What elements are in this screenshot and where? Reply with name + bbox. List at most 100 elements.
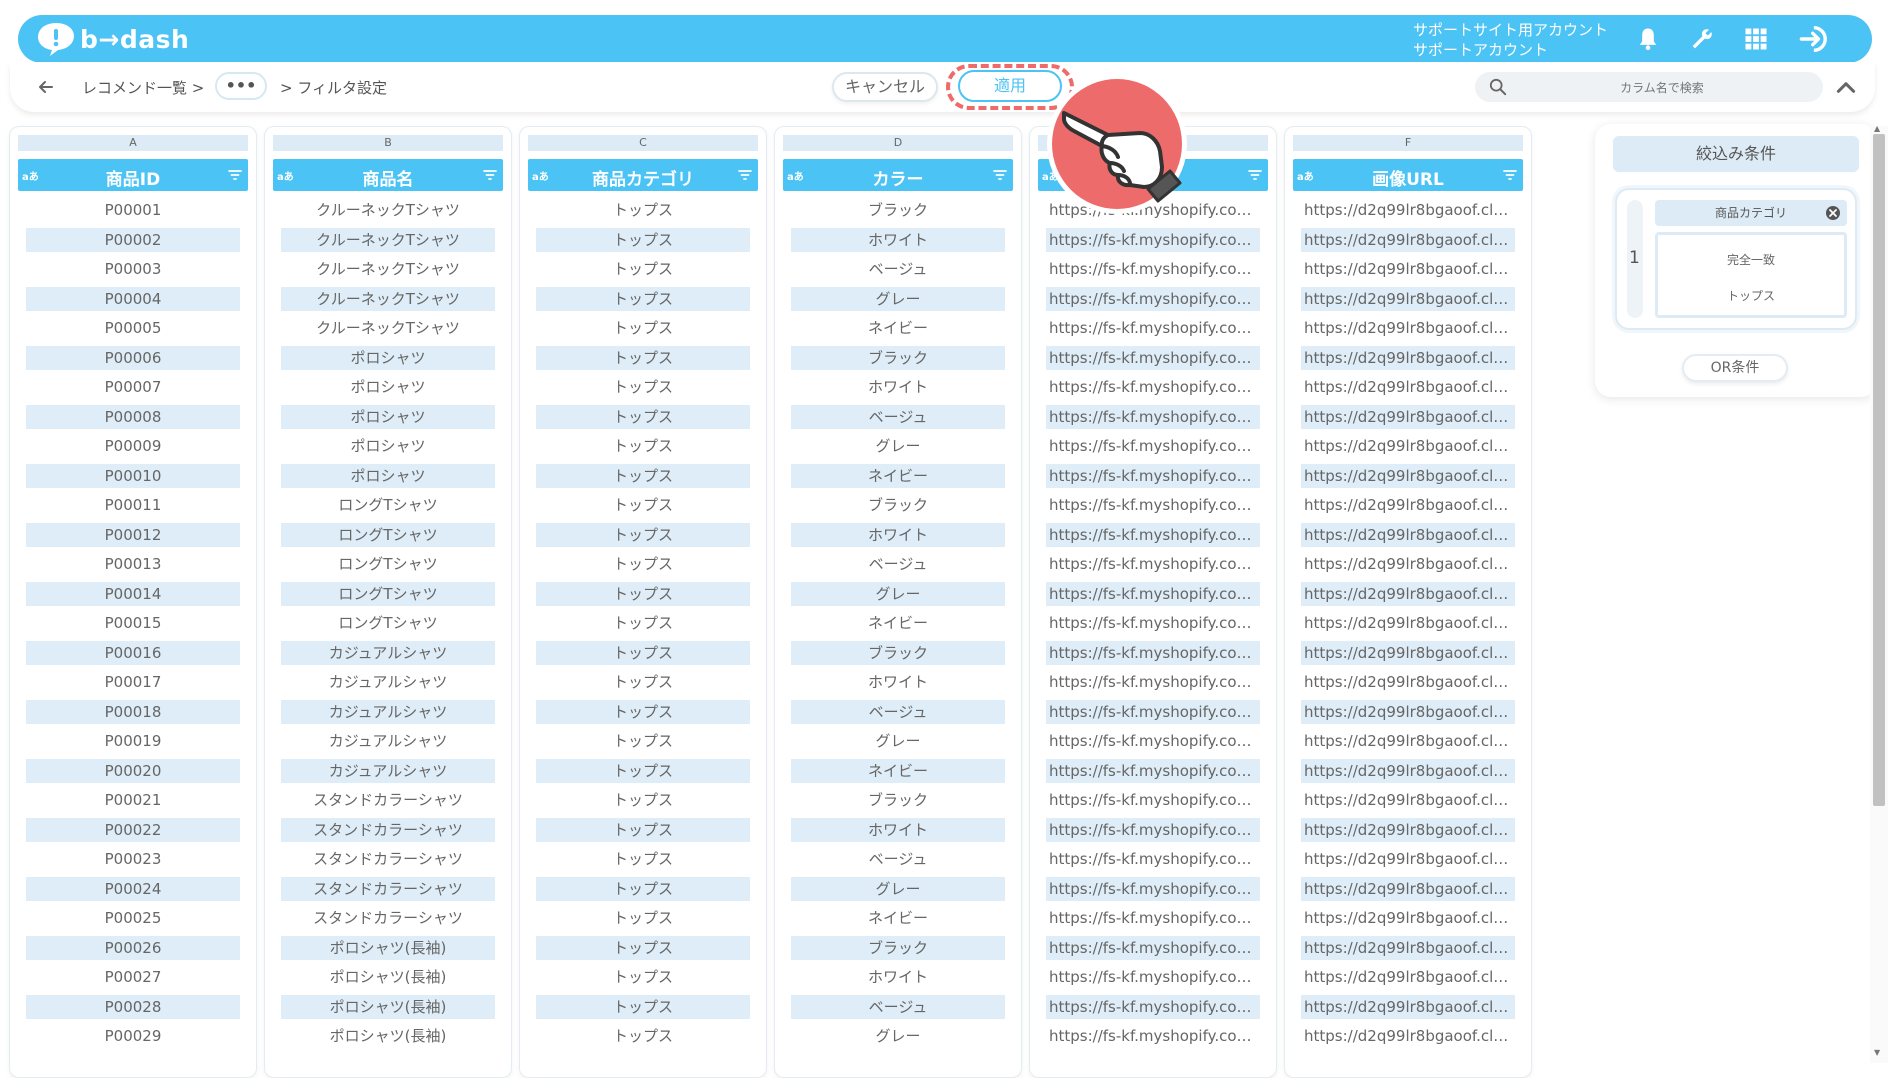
column-header[interactable]: aあ 商品ID bbox=[18, 159, 248, 191]
chevron-up-icon[interactable] bbox=[1833, 74, 1859, 100]
table-cell: https://fs-kf.myshopify.com… bbox=[1046, 286, 1260, 311]
table-cell: https://fs-kf.myshopify.com… bbox=[1049, 437, 1260, 455]
table-cell: ブラック bbox=[867, 496, 928, 514]
table-cell: クルーネックTシャツ bbox=[281, 227, 495, 252]
filter-icon[interactable] bbox=[738, 169, 752, 181]
table-cell: https://d2q99lr8bgaoof.clo… bbox=[1304, 673, 1515, 691]
table-cell: スタンドカラーシャツ bbox=[313, 909, 463, 927]
bell-icon[interactable] bbox=[1634, 25, 1662, 53]
table-cell: P00012 bbox=[26, 522, 240, 547]
filter-condition-panel: 絞込み条件 1 商品カテゴリ 完全一致 トップス OR条件 bbox=[1595, 124, 1877, 397]
pointing-hand-icon bbox=[1047, 74, 1187, 214]
column-title: 商品ID bbox=[105, 170, 161, 190]
table-cell: https://d2q99lr8bgaoof.clo… bbox=[1304, 378, 1515, 396]
table-cell: ベージュ bbox=[791, 404, 1005, 429]
table-cell: ロングTシャツ bbox=[338, 614, 438, 632]
table-cell: ネイビー bbox=[791, 758, 1005, 783]
table-cell: https://fs-kf.myshopify.com… bbox=[1049, 850, 1260, 868]
table-cell: トップス bbox=[612, 673, 673, 691]
logo-text: b→dash bbox=[80, 24, 190, 54]
table-cell: P00015 bbox=[104, 614, 162, 632]
table-cell: https://d2q99lr8bgaoof.clo… bbox=[1304, 201, 1515, 219]
table-cell: P00016 bbox=[26, 640, 240, 665]
scroll-down-icon[interactable]: ▼ bbox=[1874, 1048, 1880, 1057]
table-cell: トップス bbox=[612, 732, 673, 750]
condition-column-label: 商品カテゴリ bbox=[1714, 206, 1787, 220]
column-header[interactable]: aあ 商品名 bbox=[273, 159, 503, 191]
table-cell: グレー bbox=[791, 876, 1005, 901]
table-cell: P00026 bbox=[26, 935, 240, 960]
condition-value: トップス bbox=[1726, 289, 1775, 303]
column-cells: ブラック ホワイト ベージュ グレー ネイビー ブラック ホワイト ベージュ グレー ネイビー ブラ… bbox=[775, 198, 1021, 1054]
table-cell: P00002 bbox=[26, 227, 240, 252]
table-cell: ベージュ bbox=[868, 260, 928, 278]
close-icon[interactable] bbox=[1825, 205, 1841, 221]
breadcrumb-recommend-list[interactable]: レコメンド一覧 > bbox=[82, 77, 204, 98]
table-cell: ネイビー bbox=[791, 463, 1005, 488]
table-cell: https://fs-kf.myshopify.com… bbox=[1049, 1027, 1260, 1045]
table-cell: https://fs-kf.myshopify.com… bbox=[1046, 640, 1260, 665]
condition-number: 1 bbox=[1629, 248, 1640, 268]
table-cell: https://fs-kf.myshopify.com… bbox=[1046, 581, 1260, 606]
column-letter: A bbox=[18, 135, 248, 151]
table-cell: P00027 bbox=[104, 968, 162, 986]
breadcrumb-more-button[interactable]: ••• bbox=[215, 72, 267, 100]
filter-icon[interactable] bbox=[483, 169, 497, 181]
table-cell: カジュアルシャツ bbox=[328, 673, 448, 691]
condition-column[interactable]: 商品カテゴリ bbox=[1655, 200, 1847, 226]
filter-icon[interactable] bbox=[1248, 169, 1262, 181]
table-cell: ブラック bbox=[867, 201, 928, 219]
table-cell: P00028 bbox=[26, 994, 240, 1019]
table-cell: ネイビー bbox=[867, 909, 928, 927]
table-cell: P00024 bbox=[26, 876, 240, 901]
column-title: 商品名 bbox=[362, 170, 414, 190]
grid-icon[interactable] bbox=[1742, 25, 1770, 53]
table-cell: ホワイト bbox=[791, 817, 1005, 842]
column-header[interactable]: aあ 画像URL bbox=[1293, 159, 1523, 191]
table-cell: https://d2q99lr8bgaoof.clo… bbox=[1304, 850, 1515, 868]
column-search bbox=[1475, 72, 1823, 104]
table-cell: ホワイト bbox=[867, 378, 928, 396]
column-header[interactable]: aあ 商品カテゴリ bbox=[528, 159, 758, 191]
table-cell: P00021 bbox=[104, 791, 162, 809]
table-cell: トップス bbox=[612, 614, 673, 632]
table-cell: ネイビー bbox=[867, 319, 928, 337]
scroll-up-icon[interactable]: ▲ bbox=[1874, 124, 1880, 133]
filter-icon[interactable] bbox=[993, 169, 1007, 181]
panel-title: 絞込み条件 bbox=[1613, 136, 1859, 172]
account-line2: サポートアカウント bbox=[1413, 41, 1549, 59]
table-cell: https://fs-kf.myshopify.com… bbox=[1049, 614, 1260, 632]
logout-icon[interactable] bbox=[1798, 24, 1832, 54]
column-search-input[interactable] bbox=[1515, 72, 1809, 104]
account-info[interactable]: サポートサイト用アカウント サポートアカウント bbox=[1413, 20, 1608, 60]
logo[interactable]: b→dash bbox=[36, 21, 189, 57]
table-cell: https://fs-kf.myshopify.com… bbox=[1046, 522, 1260, 547]
table-cell: ブラック bbox=[791, 345, 1005, 370]
filter-icon[interactable] bbox=[1503, 169, 1517, 181]
cancel-button[interactable]: キャンセル bbox=[832, 72, 938, 102]
back-arrow-icon[interactable] bbox=[36, 77, 56, 97]
table-cell: https://d2q99lr8bgaoof.clo… bbox=[1304, 496, 1515, 514]
column-header[interactable]: aあ カラー bbox=[783, 159, 1013, 191]
table-cell: P00022 bbox=[26, 817, 240, 842]
table-cell: トップス bbox=[536, 817, 750, 842]
condition-body[interactable]: 完全一致 トップス bbox=[1655, 232, 1847, 318]
table-cell: トップス bbox=[536, 640, 750, 665]
table-cell: P00011 bbox=[104, 496, 162, 514]
table-cell: クルーネックTシャツ bbox=[281, 286, 495, 311]
table-column-f: F aあ 画像URL https://d2q99lr8bgaoof.clo… ht… bbox=[1284, 126, 1532, 1078]
table-cell: トップス bbox=[612, 260, 673, 278]
table-cell: P00018 bbox=[26, 699, 240, 724]
table-cell: トップス bbox=[612, 319, 673, 337]
scrollbar-thumb[interactable] bbox=[1873, 134, 1885, 806]
condition-group: 1 商品カテゴリ 完全一致 トップス bbox=[1615, 188, 1857, 330]
table-cell: グレー bbox=[791, 286, 1005, 311]
or-condition-button[interactable]: OR条件 bbox=[1682, 354, 1788, 382]
breadcrumb-current: > フィルタ設定 bbox=[280, 79, 388, 97]
table-cell: ホワイト bbox=[867, 673, 928, 691]
wrench-icon[interactable] bbox=[1688, 25, 1716, 53]
table-cell: ポロシャツ bbox=[350, 437, 426, 455]
filter-icon[interactable] bbox=[228, 169, 242, 181]
table-cell: https://d2q99lr8bgaoof.clo… bbox=[1301, 463, 1515, 488]
table-cell: ベージュ bbox=[791, 994, 1005, 1019]
